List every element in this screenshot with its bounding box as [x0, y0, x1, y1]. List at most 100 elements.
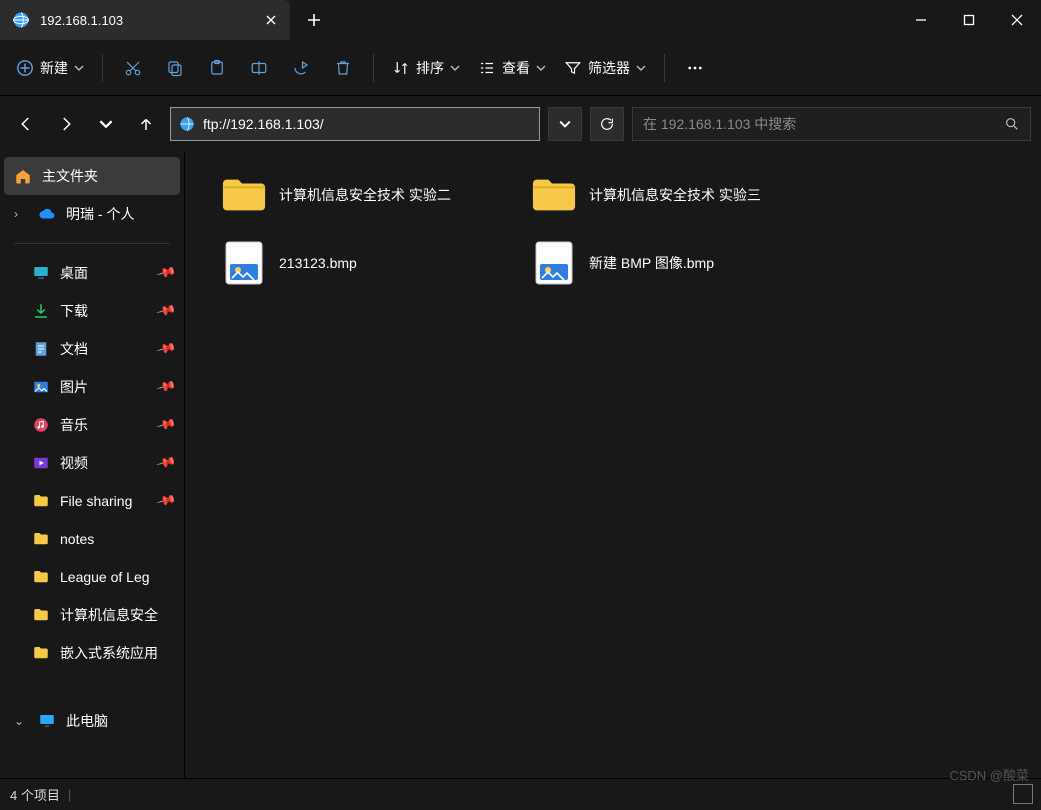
- sidebar-onedrive-label: 明瑞 - 个人: [66, 204, 134, 224]
- sidebar-item-label: 嵌入式系统应用: [60, 643, 158, 663]
- sidebar-quick-item[interactable]: 计算机信息安全: [0, 596, 184, 634]
- tab-active[interactable]: 192.168.1.103: [0, 0, 290, 40]
- sidebar-item-label: 文档: [60, 339, 88, 359]
- filter-label: 筛选器: [588, 58, 630, 78]
- copy-icon: [166, 59, 184, 77]
- sidebar-item-label: 音乐: [60, 415, 88, 435]
- new-tab-button[interactable]: [290, 0, 338, 40]
- delete-button[interactable]: [323, 50, 363, 86]
- recent-locations-button[interactable]: [90, 108, 122, 140]
- view-icon: [478, 59, 496, 77]
- status-separator: |: [68, 787, 71, 802]
- share-button[interactable]: [281, 50, 321, 86]
- pin-icon: 📌: [155, 490, 177, 512]
- sidebar-item-label: 计算机信息安全: [60, 605, 158, 625]
- image-file-icon: [531, 240, 577, 286]
- sidebar-thispc-label: 此电脑: [66, 711, 108, 731]
- sidebar-quick-item[interactable]: 桌面📌: [0, 254, 184, 292]
- sidebar-quick-item[interactable]: 视频📌: [0, 444, 184, 482]
- pictures-icon: [32, 378, 50, 396]
- filter-button[interactable]: 筛选器: [556, 50, 654, 86]
- home-icon: [14, 167, 32, 185]
- close-tab-icon[interactable]: [264, 13, 278, 27]
- sidebar-home-label: 主文件夹: [42, 166, 98, 186]
- globe-icon: [12, 11, 30, 29]
- sidebar-quick-item[interactable]: notes: [0, 520, 184, 558]
- sidebar-item-label: notes: [60, 531, 94, 547]
- address-bar[interactable]: [170, 107, 540, 141]
- sidebar-quick-item[interactable]: 音乐📌: [0, 406, 184, 444]
- close-window-button[interactable]: [993, 0, 1041, 40]
- watermark-text: CSDN @酸菜: [949, 765, 1029, 784]
- new-button-label: 新建: [40, 58, 68, 78]
- cloud-icon: [38, 205, 56, 223]
- folder-item[interactable]: 计算机信息安全技术 实验二: [221, 169, 521, 221]
- tab-title: 192.168.1.103: [40, 13, 254, 28]
- sidebar-item-label: File sharing: [60, 493, 132, 509]
- sort-icon: [392, 59, 410, 77]
- sidebar-quick-item[interactable]: 下载📌: [0, 292, 184, 330]
- search-input[interactable]: [643, 116, 1004, 132]
- folder-icon: [221, 172, 267, 218]
- paste-button[interactable]: [197, 50, 237, 86]
- folder-icon: [32, 606, 50, 624]
- trash-icon: [334, 59, 352, 77]
- view-button[interactable]: 查看: [470, 50, 554, 86]
- file-item[interactable]: 新建 BMP 图像.bmp: [531, 237, 831, 289]
- back-button[interactable]: [10, 108, 42, 140]
- toolbar: 新建 排序 查看 筛选器: [0, 40, 1041, 96]
- new-button[interactable]: 新建: [8, 50, 92, 86]
- globe-icon: [179, 116, 195, 132]
- sidebar-item-label: 视频: [60, 453, 88, 473]
- search-icon[interactable]: [1004, 116, 1020, 132]
- sidebar-quick-item[interactable]: File sharing 📌: [0, 482, 184, 520]
- file-pane[interactable]: 计算机信息安全技术 实验二 计算机信息安全技术 实验三 213123.bmp 新建 B…: [184, 151, 1041, 778]
- monitor-icon: [38, 712, 56, 730]
- scissors-icon: [124, 59, 142, 77]
- chevron-down-icon[interactable]: ⌄: [14, 714, 28, 728]
- sidebar-quick-item[interactable]: 图片📌: [0, 368, 184, 406]
- window-controls: [897, 0, 1041, 40]
- more-icon: [685, 59, 705, 77]
- search-bar[interactable]: [632, 107, 1031, 141]
- document-icon: [32, 340, 50, 358]
- file-name: 计算机信息安全技术 实验三: [589, 185, 761, 205]
- forward-button[interactable]: [50, 108, 82, 140]
- refresh-button[interactable]: [590, 107, 624, 141]
- file-item[interactable]: 213123.bmp: [221, 237, 521, 289]
- pin-icon: 📌: [155, 338, 177, 360]
- rename-button[interactable]: [239, 50, 279, 86]
- chevron-right-icon[interactable]: ›: [14, 207, 28, 221]
- sidebar-quick-item[interactable]: 嵌入式系统应用: [0, 634, 184, 672]
- up-button[interactable]: [130, 108, 162, 140]
- titlebar: 192.168.1.103: [0, 0, 1041, 40]
- folder-icon: [32, 530, 50, 548]
- copy-button[interactable]: [155, 50, 195, 86]
- sort-button[interactable]: 排序: [384, 50, 468, 86]
- filter-icon: [564, 59, 582, 77]
- sidebar-home[interactable]: 主文件夹: [4, 157, 180, 195]
- file-name: 213123.bmp: [279, 255, 357, 271]
- address-input[interactable]: [203, 116, 531, 132]
- maximize-button[interactable]: [945, 0, 993, 40]
- sidebar-quick-item[interactable]: 文档 📌: [0, 330, 184, 368]
- folder-item[interactable]: 计算机信息安全技术 实验三: [531, 169, 831, 221]
- folder-icon: [531, 172, 577, 218]
- sidebar-onedrive[interactable]: › 明瑞 - 个人: [0, 195, 184, 233]
- music-icon: [32, 416, 50, 434]
- minimize-button[interactable]: [897, 0, 945, 40]
- sidebar-item-label: 图片: [60, 377, 88, 397]
- status-bar: 4 个项目 |: [0, 778, 1041, 810]
- sidebar-thispc[interactable]: ⌄ 此电脑: [0, 702, 184, 740]
- paste-icon: [208, 59, 226, 77]
- folder-icon: [32, 568, 50, 586]
- navigation-row: [0, 96, 1041, 151]
- sort-label: 排序: [416, 58, 444, 78]
- more-button[interactable]: [675, 50, 715, 86]
- navigation-pane: 主文件夹 › 明瑞 - 个人 桌面📌下载📌文档📌图片📌音乐📌视频📌File sh…: [0, 151, 184, 778]
- sidebar-quick-item[interactable]: League of Leg: [0, 558, 184, 596]
- file-name: 计算机信息安全技术 实验二: [279, 185, 451, 205]
- address-history-button[interactable]: [548, 107, 582, 141]
- cut-button[interactable]: [113, 50, 153, 86]
- file-name: 新建 BMP 图像.bmp: [589, 253, 714, 273]
